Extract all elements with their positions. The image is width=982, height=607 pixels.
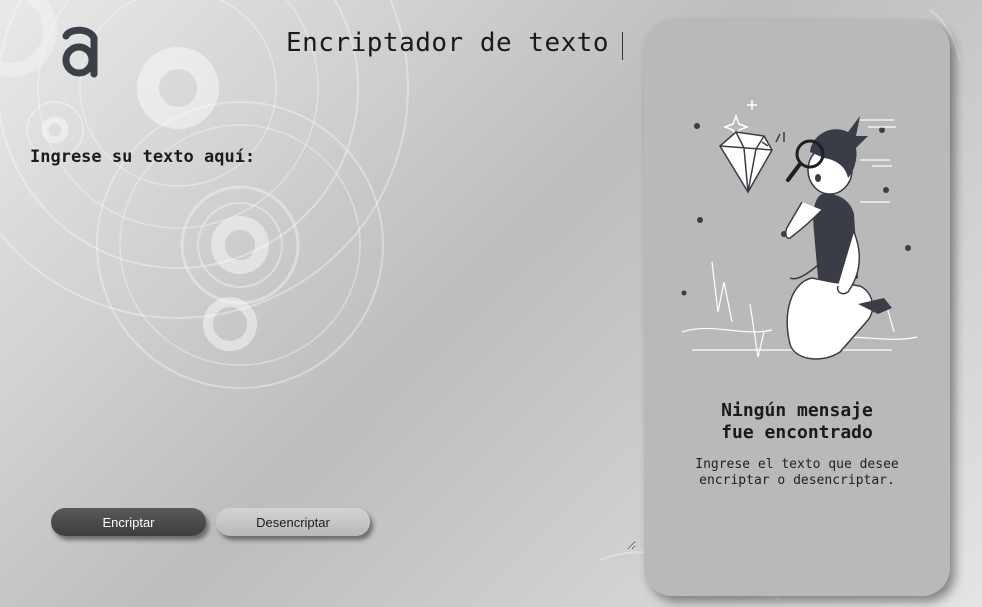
no-message-heading: Ningún mensaje fue encontrado [644,400,950,444]
text-caret [622,32,623,60]
input-label: Ingrese su texto aquí: [30,147,256,167]
no-message-heading-line1: Ningún mensaje [721,400,873,421]
no-message-heading-line2: fue encontrado [721,422,873,443]
output-panel: Ningún mensaje fue encontrado Ingrese el… [644,20,950,596]
text-input[interactable] [28,180,636,550]
no-message-instructions-line1: Ingrese el texto que desee [695,457,899,472]
decrypt-button[interactable]: Desencriptar [216,508,370,536]
no-message-instructions: Ingrese el texto que desee encriptar o d… [644,457,950,489]
alura-a-logo-icon [62,26,98,78]
encrypt-button[interactable]: Encriptar [51,508,206,536]
page-title: Encriptador de texto [286,28,610,58]
person-with-magnifying-glass-illustration [681,100,918,360]
no-message-instructions-line2: encriptar o desencriptar. [699,473,895,488]
